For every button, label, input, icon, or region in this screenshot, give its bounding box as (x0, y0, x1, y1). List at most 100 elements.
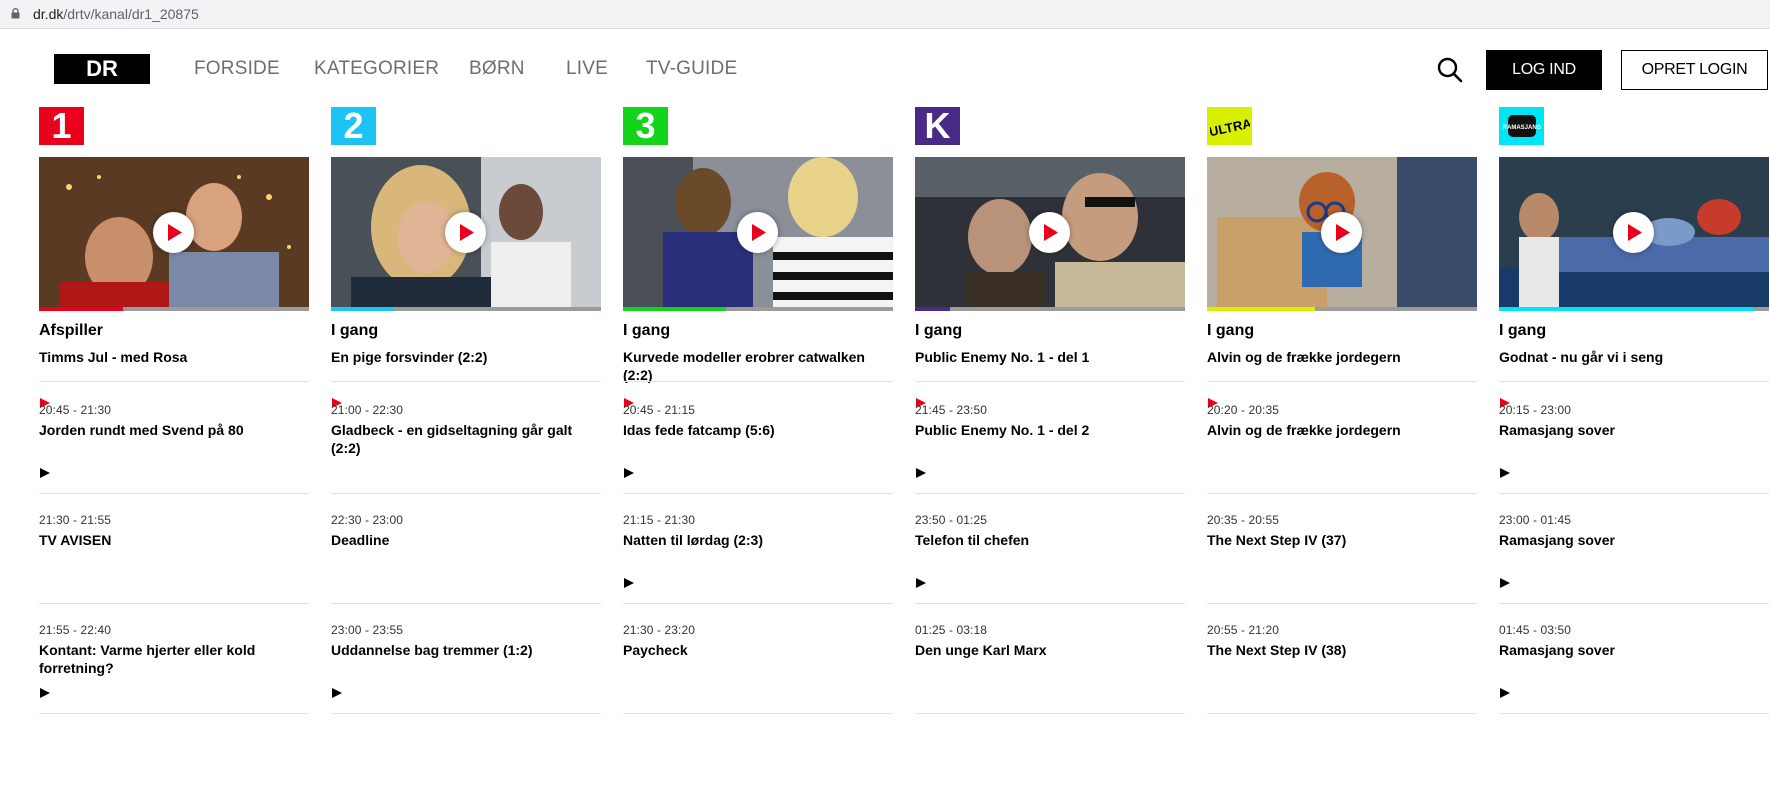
divider (39, 381, 309, 382)
play-icon[interactable] (1500, 575, 1510, 593)
nav-forside[interactable]: FORSIDE (194, 58, 280, 80)
play-button[interactable] (1321, 212, 1362, 253)
url-path: /drtv/kanal/dr1_20875 (63, 6, 199, 22)
divider (331, 603, 601, 604)
schedule-time: 23:00 - 23:55 (331, 623, 404, 637)
schedule-item[interactable]: 20:20 - 20:35 Alvin og de frække jordeger… (1207, 403, 1477, 439)
login-button[interactable]: LOG IND (1486, 50, 1602, 90)
divider (623, 603, 893, 604)
schedule-time: 20:35 - 20:55 (1207, 513, 1280, 527)
svg-text:ULTRA: ULTRA (1210, 116, 1250, 140)
channel-logo-drk[interactable]: K (915, 105, 960, 146)
progress-fill (623, 307, 726, 311)
now-playing-thumbnail[interactable] (915, 157, 1185, 307)
divider (915, 713, 1185, 714)
nav-kategorier[interactable]: KATEGORIER (314, 58, 439, 80)
play-icon[interactable] (40, 465, 50, 483)
divider (1207, 493, 1477, 494)
channel-logo-ultra[interactable]: ULTRA (1207, 107, 1252, 145)
nav-born[interactable]: BØRN (469, 58, 525, 80)
divider (1499, 381, 1769, 382)
schedule-item[interactable]: 23:00 - 23:55 Uddannelse bag tremmer (1:2… (331, 623, 601, 698)
progress-fill (915, 307, 951, 311)
play-icon[interactable] (916, 465, 926, 483)
signup-button[interactable]: OPRET LOGIN (1621, 50, 1768, 90)
divider (1499, 603, 1769, 604)
schedule-title: Ramasjang sover (1499, 532, 1615, 548)
channel-column-dr3: 3 I gang Kurvede modeller erobrer catwalke… (623, 105, 893, 805)
progress-bar (915, 307, 1185, 311)
schedule-time: 20:45 - 21:15 (623, 403, 696, 417)
schedule-time: 20:45 - 21:30 (39, 403, 112, 417)
now-playing-thumbnail[interactable] (331, 157, 601, 307)
schedule-item[interactable]: 20:15 - 23:00 Ramasjang sover (1499, 403, 1769, 478)
progress-bar (1499, 307, 1769, 311)
schedule-item[interactable]: 01:25 - 03:18 Den unge Karl Marx (915, 623, 1185, 659)
play-icon[interactable] (40, 685, 50, 703)
schedule-time: 23:00 - 01:45 (1499, 513, 1572, 527)
divider (1207, 713, 1477, 714)
play-icon[interactable] (624, 575, 634, 593)
schedule-time: 21:45 - 23:50 (915, 403, 988, 417)
lock-icon (11, 8, 20, 19)
schedule-item[interactable]: 23:00 - 01:45 Ramasjang sover (1499, 513, 1769, 588)
dr-logo-mark: DR (54, 54, 150, 84)
play-button[interactable] (737, 212, 778, 253)
schedule-item[interactable]: 01:45 - 03:50 Ramasjang sover (1499, 623, 1769, 698)
play-button[interactable] (445, 212, 486, 253)
play-icon[interactable] (624, 465, 634, 483)
now-playing-thumbnail[interactable] (39, 157, 309, 307)
channel-column-dr2: 2 I gang En pige forsvinder (2:2) 21:00 - 2… (331, 105, 601, 805)
search-icon[interactable] (1436, 56, 1464, 84)
dr-logo[interactable]: DR (54, 54, 150, 84)
schedule-title: Uddannelse bag tremmer (1:2) (331, 642, 533, 658)
schedule-item[interactable]: 22:30 - 23:00 Deadline (331, 513, 601, 549)
schedule-item[interactable]: 21:55 - 22:40 Kontant: Varme hjerter elle… (39, 623, 309, 698)
schedule-time: 23:50 - 01:25 (915, 513, 988, 527)
divider (39, 603, 309, 604)
schedule-item[interactable]: 20:45 - 21:15 Idas fede fatcamp (5:6) (623, 403, 893, 478)
now-title[interactable]: En pige forsvinder (2:2) (331, 348, 601, 366)
schedule-item[interactable]: 21:30 - 21:55 TV AVISEN (39, 513, 309, 549)
now-playing-thumbnail[interactable] (1499, 157, 1769, 307)
play-icon[interactable] (916, 575, 926, 593)
channel-logo-dr2[interactable]: 2 (331, 105, 376, 146)
schedule-item[interactable]: 20:35 - 20:55 The Next Step IV (37) (1207, 513, 1477, 549)
schedule-title: The Next Step IV (37) (1207, 532, 1347, 548)
schedule-title: Kontant: Varme hjerter eller kold forret… (39, 642, 256, 676)
now-status: Afspiller (39, 322, 104, 339)
browser-address-bar[interactable]: dr.dk/drtv/kanal/dr1_20875 (0, 0, 1770, 29)
now-title[interactable]: Public Enemy No. 1 - del 1 (915, 348, 1185, 366)
channel-logo-ramasjang[interactable]: RAMASJANG (1499, 107, 1544, 145)
nav-live[interactable]: LIVE (566, 58, 608, 80)
schedule-time: 21:55 - 22:40 (39, 623, 112, 637)
play-icon[interactable] (1500, 465, 1510, 483)
now-title[interactable]: Kurvede modeller erobrer catwalken (2:2) (623, 348, 893, 384)
play-icon (1336, 224, 1350, 241)
divider (1499, 713, 1769, 714)
play-button[interactable] (153, 212, 194, 253)
now-title[interactable]: Alvin og de frække jordegern (1207, 348, 1477, 366)
schedule-time: 21:00 - 22:30 (331, 403, 404, 417)
channel-logo-dr3[interactable]: 3 (623, 105, 668, 146)
now-playing-thumbnail[interactable] (623, 157, 893, 307)
nav-tv-guide[interactable]: TV-GUIDE (646, 58, 737, 80)
schedule-item[interactable]: 21:15 - 21:30 Natten til lørdag (2:3) (623, 513, 893, 588)
play-button[interactable] (1029, 212, 1070, 253)
play-icon[interactable] (332, 685, 342, 703)
play-icon[interactable] (1500, 685, 1510, 703)
now-title[interactable]: Timms Jul - med Rosa (39, 348, 309, 366)
divider (331, 713, 601, 714)
now-playing-thumbnail[interactable] (1207, 157, 1477, 307)
schedule-item[interactable]: 23:50 - 01:25 Telefon til chefen (915, 513, 1185, 588)
schedule-item[interactable]: 20:45 - 21:30 Jorden rundt med Svend på 8… (39, 403, 309, 478)
play-button[interactable] (1613, 212, 1654, 253)
schedule-item[interactable]: 21:00 - 22:30 Gladbeck - en gidseltagning… (331, 403, 601, 457)
schedule-item[interactable]: 21:45 - 23:50 Public Enemy No. 1 - del 2 (915, 403, 1185, 478)
schedule-item[interactable]: 20:55 - 21:20 The Next Step IV (38) (1207, 623, 1477, 659)
schedule-title: Deadline (331, 532, 390, 548)
schedule-item[interactable]: 21:30 - 23:20 Paycheck (623, 623, 893, 659)
now-title[interactable]: Godnat - nu går vi i seng (1499, 348, 1769, 366)
channel-logo-dr1[interactable]: 1 (39, 105, 84, 146)
schedule-title: TV AVISEN (39, 532, 112, 548)
